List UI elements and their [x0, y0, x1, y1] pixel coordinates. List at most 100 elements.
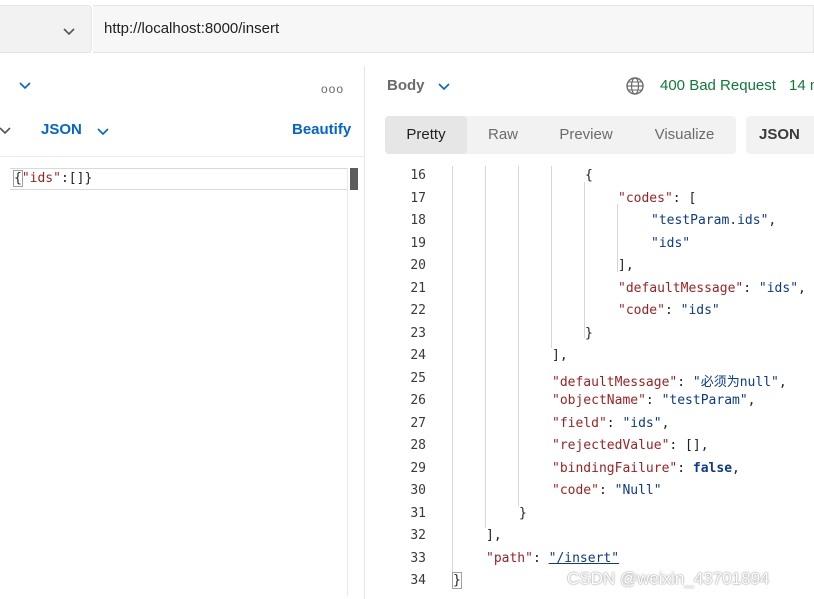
response-format-select[interactable]: JSON	[746, 116, 814, 154]
json-punct: :	[677, 374, 693, 390]
line-number: 21	[410, 280, 426, 296]
code-line: ],	[552, 348, 568, 363]
json-punct: :	[598, 483, 615, 498]
method-selector[interactable]	[0, 5, 92, 53]
line-number: 30	[410, 483, 426, 498]
chevron-down-icon[interactable]	[96, 124, 110, 138]
line-number: 17	[410, 190, 426, 206]
json-key: "defaultMessage"	[618, 280, 744, 296]
tab-pretty[interactable]: Pretty	[385, 116, 467, 154]
json-punct: ,	[732, 460, 740, 476]
code-line: "code": "Null"	[552, 483, 662, 498]
globe-icon[interactable]	[625, 76, 645, 96]
response-time[interactable]: 14 m	[789, 77, 814, 94]
chevron-down-icon[interactable]	[18, 78, 32, 92]
json-string: "必须为null"	[692, 374, 779, 390]
line-number: 32	[410, 528, 426, 543]
indent-guide	[551, 166, 552, 348]
json-string: "ids"	[622, 415, 662, 431]
response-view-tabs: Pretty Raw Preview Visualize	[385, 116, 736, 154]
line-number: 29	[410, 460, 426, 476]
code-line: "defaultMessage": "ids",	[618, 281, 806, 296]
json-key: "codes"	[618, 190, 673, 206]
line-number: 25	[410, 370, 426, 386]
json-punct: :	[606, 415, 623, 431]
json-boolean: false	[692, 460, 733, 476]
chevron-down-icon[interactable]	[0, 123, 12, 137]
json-key: "path"	[486, 550, 533, 566]
panel-divider[interactable]	[364, 66, 365, 599]
json-punct: ],	[486, 528, 502, 543]
code-line: }	[452, 572, 462, 589]
code-line: "codes": [	[618, 191, 696, 206]
line-number: 16	[410, 168, 426, 183]
line-number: 18	[410, 213, 426, 228]
json-punct: ,	[747, 393, 756, 408]
json-key: "ids"	[21, 171, 61, 186]
divider	[0, 156, 364, 157]
json-punct: }	[519, 505, 527, 521]
json-key: "code"	[618, 303, 665, 318]
url-bar: http://localhost:8000/insert	[0, 0, 814, 56]
json-string: "ids"	[758, 280, 799, 296]
beautify-button[interactable]: Beautify	[292, 121, 351, 138]
brace-match: {	[13, 170, 23, 187]
line-number: 34	[410, 573, 426, 588]
scrollbar-thumb[interactable]	[350, 168, 358, 190]
json-punct: :	[743, 280, 759, 296]
json-punct: :	[645, 393, 662, 408]
json-key: "bindingFailure"	[552, 460, 678, 476]
line-number: 22	[410, 303, 426, 318]
json-string: "ids"	[680, 303, 720, 318]
response-body-viewer[interactable]: 16 {17 "codes": [18 "testParam.ids", 19 "ids"…	[375, 166, 814, 599]
json-string: "ids"	[651, 235, 691, 251]
json-punct: ,	[798, 280, 806, 296]
code-line: {	[585, 168, 593, 183]
line-number: 26	[410, 393, 426, 408]
json-punct: :[]}	[60, 171, 93, 186]
json-punct: :	[532, 550, 549, 566]
json-punct: ,	[661, 415, 670, 431]
code-line: "field": "ids",	[552, 416, 669, 431]
line-number: 33	[410, 550, 426, 566]
json-punct: ],	[618, 258, 634, 273]
json-key: "rejectedValue"	[552, 438, 670, 453]
code-line: "rejectedValue": [],	[552, 438, 709, 453]
url-input[interactable]: http://localhost:8000/insert	[93, 5, 814, 53]
line-number: 20	[410, 258, 426, 273]
code-line: "bindingFailure": false,	[552, 461, 740, 476]
line-number: 24	[410, 348, 426, 363]
json-punct: {	[585, 168, 593, 183]
status-badge[interactable]: 400 Bad Request	[660, 77, 776, 94]
more-options-icon[interactable]: ooo	[321, 82, 344, 96]
tab-preview[interactable]: Preview	[539, 116, 633, 154]
format-label: JSON	[759, 126, 800, 143]
body-format-select[interactable]: JSON	[41, 121, 82, 138]
code-line: "path": "/insert"	[486, 551, 619, 566]
code-line: "objectName": "testParam",	[552, 393, 756, 408]
code-line: "defaultMessage": "必须为null",	[552, 371, 787, 390]
json-string: "testParam"	[661, 393, 748, 408]
request-panel: ooo JSON Beautify {"ids":[]}	[0, 66, 364, 599]
tab-visualize[interactable]: Visualize	[633, 116, 736, 154]
editor-scrollbar[interactable]	[347, 168, 361, 596]
chevron-down-icon[interactable]	[437, 79, 451, 93]
url-text: http://localhost:8000/insert	[104, 20, 280, 37]
json-punct: }	[452, 572, 462, 589]
json-punct: }	[585, 325, 593, 341]
json-link[interactable]: "/insert"	[549, 551, 619, 566]
code-line: }	[519, 506, 527, 521]
json-punct: ,	[778, 374, 787, 390]
json-key: "field"	[552, 415, 607, 431]
tab-raw[interactable]: Raw	[467, 116, 539, 154]
line-number: 19	[410, 235, 426, 251]
json-punct: :	[677, 460, 693, 476]
chevron-down-icon	[63, 28, 75, 36]
json-punct: : [],	[669, 438, 709, 453]
indent-guide	[518, 166, 519, 506]
request-body-editor[interactable]: {"ids":[]}	[0, 168, 364, 598]
json-key: "defaultMessage"	[552, 374, 678, 390]
response-section-select[interactable]: Body	[387, 77, 425, 94]
json-string: "Null"	[614, 483, 662, 498]
json-key: "code"	[552, 483, 599, 498]
